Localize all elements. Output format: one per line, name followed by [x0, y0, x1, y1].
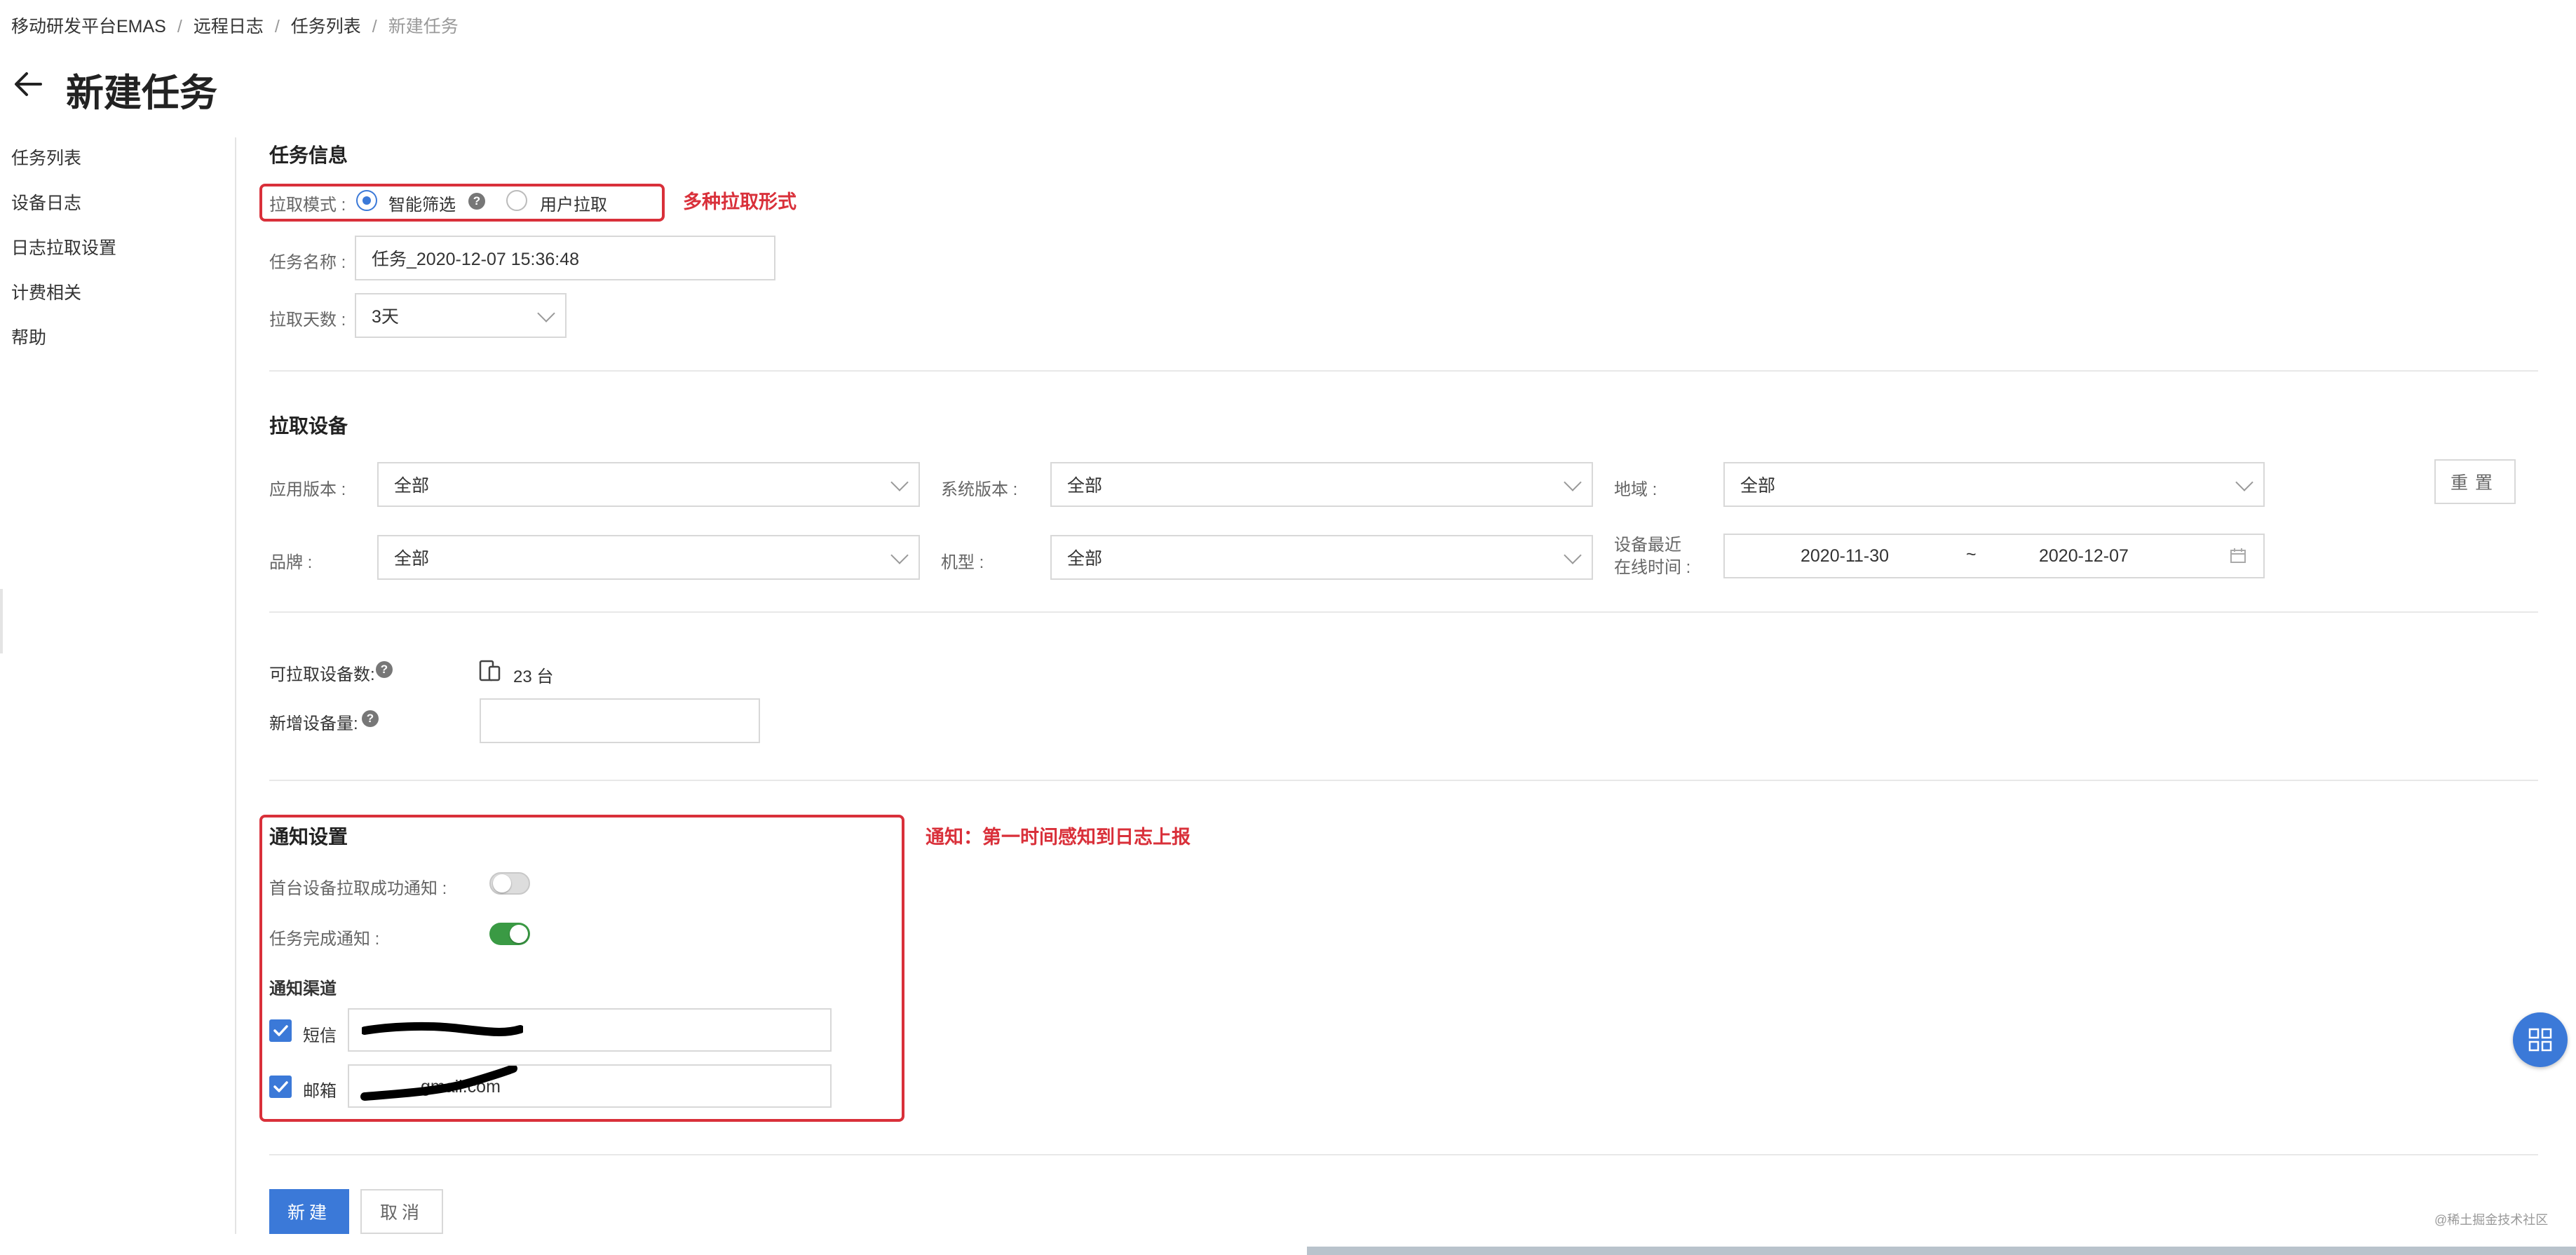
section-divider	[269, 611, 2538, 613]
region-value: 全部	[1740, 476, 1776, 496]
chevron-down-icon	[1564, 473, 1582, 491]
app-version-label: 应用版本 :	[269, 480, 346, 499]
floating-menu-button[interactable]	[2513, 1012, 2568, 1067]
breadcrumb-item-emas[interactable]: 移动研发平台EMAS	[11, 17, 166, 36]
calendar-icon[interactable]	[2230, 548, 2246, 564]
reset-button[interactable]: 重置	[2434, 459, 2516, 504]
page-title: 新建任务	[66, 72, 217, 114]
section-divider	[269, 780, 2538, 781]
overlapping-window-edge	[1307, 1247, 2576, 1255]
pull-days-select[interactable]: 3天	[355, 293, 567, 338]
chevron-down-icon	[890, 546, 909, 564]
pull-mode-smart-label[interactable]: 智能筛选	[388, 191, 456, 215]
os-version-label: 系统版本 :	[941, 480, 1018, 499]
device-filter-title: 拉取设备	[269, 415, 348, 437]
pull-mode-annotation: 多种拉取形式	[683, 191, 796, 212]
date-range-start[interactable]: 2020-11-30	[1801, 546, 1889, 567]
os-version-value: 全部	[1067, 476, 1103, 496]
toggle-knob	[493, 874, 511, 893]
redaction-scribble	[360, 1066, 517, 1101]
online-time-label-line2: 在线时间 :	[1614, 558, 1691, 577]
task-info-title: 任务信息	[269, 144, 348, 166]
date-range-tilde: ~	[1966, 545, 1977, 564]
app-version-select[interactable]: 全部	[377, 462, 920, 507]
left-edge-marker	[0, 589, 3, 653]
section-divider	[269, 370, 2538, 372]
sidebar-item-log-pull-settings[interactable]: 日志拉取设置	[11, 236, 116, 280]
sms-input[interactable]	[348, 1008, 832, 1052]
redaction-scribble	[362, 1022, 523, 1036]
task-name-value: 任务_2020-12-07 15:36:48	[372, 250, 580, 269]
online-time-label-line1: 设备最近	[1614, 536, 1681, 555]
notify-annotation: 通知：第一时间感知到日志上报	[926, 827, 1191, 848]
os-version-select[interactable]: 全部	[1050, 462, 1593, 507]
check-icon	[273, 1081, 288, 1092]
breadcrumb-item-new-task: 新建任务	[388, 17, 459, 36]
model-value: 全部	[1067, 549, 1103, 569]
chevron-down-icon	[537, 304, 555, 323]
model-select[interactable]: 全部	[1050, 535, 1593, 580]
pull-mode-user-radio[interactable]	[506, 190, 527, 211]
new-devices-input[interactable]	[480, 698, 760, 743]
first-device-notify-toggle[interactable]	[489, 872, 530, 895]
brand-value: 全部	[394, 549, 430, 569]
email-label: 邮箱	[303, 1082, 337, 1101]
sms-checkbox[interactable]	[269, 1019, 292, 1042]
devices-icon	[479, 660, 501, 681]
help-icon[interactable]: ?	[362, 710, 379, 727]
notify-channel-title: 通知渠道	[269, 979, 337, 998]
sidebar-divider	[235, 137, 236, 1234]
sidebar-item-device-log[interactable]: 设备日志	[11, 191, 116, 236]
breadcrumb-item-remote-log[interactable]: 远程日志	[194, 17, 264, 36]
notify-settings-title: 通知设置	[269, 826, 348, 848]
grid-icon	[2528, 1028, 2552, 1052]
app-version-value: 全部	[394, 476, 430, 496]
region-label: 地域 :	[1614, 480, 1658, 499]
breadcrumb-separator: /	[274, 17, 280, 36]
brand-label: 品牌 :	[269, 553, 313, 572]
task-name-label: 任务名称 :	[269, 253, 346, 272]
help-icon[interactable]: ?	[376, 661, 393, 678]
section-divider	[269, 1154, 2538, 1155]
email-input[interactable]: gmail.com	[348, 1064, 832, 1108]
sidebar-nav: 任务列表 设备日志 日志拉取设置 计费相关 帮助	[11, 146, 116, 370]
pull-mode-smart-radio[interactable]	[356, 190, 377, 211]
online-time-range-picker[interactable]: 2020-11-30 ~ 2020-12-07	[1723, 534, 2265, 578]
breadcrumb: 移动研发平台EMAS / 远程日志 / 任务列表 / 新建任务	[11, 13, 459, 38]
sms-label: 短信	[303, 1026, 337, 1045]
pull-mode-user-label[interactable]: 用户拉取	[540, 191, 607, 215]
breadcrumb-separator: /	[372, 17, 377, 36]
sidebar-item-help[interactable]: 帮助	[11, 325, 116, 370]
sidebar-item-task-list[interactable]: 任务列表	[11, 146, 116, 191]
toggle-knob	[510, 925, 528, 943]
task-done-notify-label: 任务完成通知 :	[269, 930, 380, 949]
available-devices-label: 可拉取设备数:	[269, 665, 375, 684]
breadcrumb-separator: /	[177, 17, 182, 36]
help-icon[interactable]: ?	[468, 193, 485, 210]
model-label: 机型 :	[941, 553, 984, 572]
online-time-label: 设备最近 在线时间 :	[1614, 534, 1690, 579]
chevron-down-icon	[2235, 473, 2253, 491]
first-device-notify-label: 首台设备拉取成功通知 :	[269, 879, 447, 898]
cancel-button[interactable]: 取消	[360, 1189, 443, 1234]
create-button[interactable]: 新建	[269, 1189, 349, 1234]
breadcrumb-item-task-list[interactable]: 任务列表	[291, 17, 361, 36]
sidebar-item-billing[interactable]: 计费相关	[11, 280, 116, 325]
back-arrow-icon[interactable]	[11, 67, 45, 101]
pull-mode-label: 拉取模式 :	[269, 196, 346, 215]
chevron-down-icon	[890, 473, 909, 491]
watermark: @稀土掘金技术社区	[2434, 1213, 2549, 1227]
region-select[interactable]: 全部	[1723, 462, 2265, 507]
available-devices-value: 23 台	[513, 667, 554, 686]
date-range-end[interactable]: 2020-12-07	[2039, 546, 2129, 567]
check-icon	[273, 1025, 288, 1036]
new-devices-label: 新增设备量:	[269, 714, 358, 733]
task-name-input[interactable]: 任务_2020-12-07 15:36:48	[355, 236, 775, 280]
pull-days-value: 3天	[372, 307, 399, 327]
chevron-down-icon	[1564, 546, 1582, 564]
task-done-notify-toggle[interactable]	[489, 923, 530, 945]
pull-days-label: 拉取天数 :	[269, 311, 346, 330]
email-checkbox[interactable]	[269, 1076, 292, 1098]
brand-select[interactable]: 全部	[377, 535, 920, 580]
